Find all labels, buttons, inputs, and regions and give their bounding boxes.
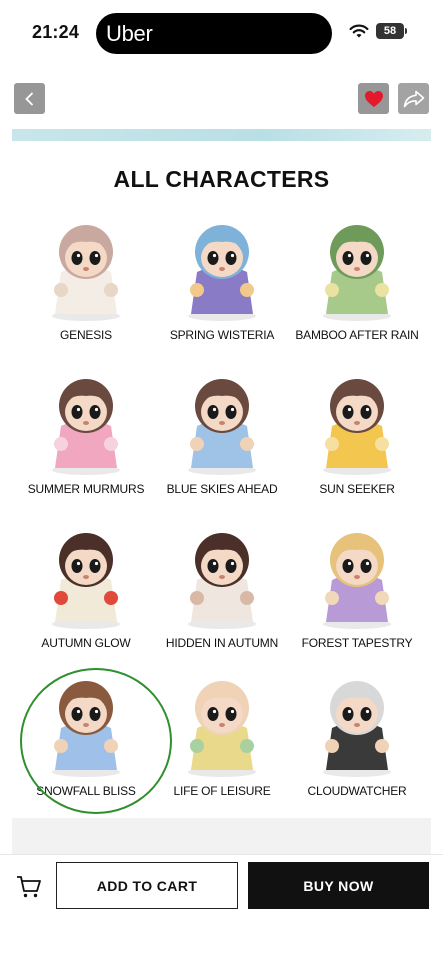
character-figure-image xyxy=(188,533,256,629)
character-figure-image xyxy=(323,681,391,777)
status-time: 21:24 xyxy=(32,22,80,42)
character-name: HIDDEN IN AUTUMN xyxy=(165,636,279,650)
character-name: CLOUDWATCHER xyxy=(307,784,407,798)
content-divider-block xyxy=(12,818,431,854)
character-card[interactable]: FOREST TAPESTRY xyxy=(292,520,422,660)
character-figure-image xyxy=(52,533,120,629)
banner-image-edge xyxy=(12,129,431,141)
character-name: FOREST TAPESTRY xyxy=(301,636,413,650)
share-button[interactable] xyxy=(398,83,429,114)
character-figure-image xyxy=(52,379,120,475)
character-card[interactable]: GENESIS xyxy=(21,212,151,352)
buy-now-button[interactable]: BUY NOW xyxy=(248,862,429,909)
character-figure-image xyxy=(188,379,256,475)
character-figure-image xyxy=(188,681,256,777)
uber-live-activity-label: Uber xyxy=(106,21,153,46)
character-name: BAMBOO AFTER RAIN xyxy=(295,328,419,342)
wifi-icon xyxy=(349,24,369,38)
character-card[interactable]: SPRING WISTERIA xyxy=(157,212,287,352)
dynamic-island[interactable]: Uber xyxy=(96,13,332,54)
character-name: BLUE SKIES AHEAD xyxy=(166,482,278,496)
heart-icon xyxy=(364,90,383,107)
battery-icon: 58 xyxy=(376,23,404,39)
nav-bar xyxy=(0,66,443,128)
battery-tip xyxy=(405,28,407,34)
character-card[interactable]: BLUE SKIES AHEAD xyxy=(157,366,287,506)
character-card[interactable]: AUTUMN GLOW xyxy=(21,520,151,660)
character-figure-image xyxy=(323,533,391,629)
character-name: SPRING WISTERIA xyxy=(169,328,275,342)
character-figure-image xyxy=(188,225,256,321)
character-name: GENESIS xyxy=(60,328,112,342)
character-card[interactable]: LIFE OF LEISURE xyxy=(157,668,287,808)
character-card[interactable]: CLOUDWATCHER xyxy=(292,668,422,808)
section-title: ALL CHARACTERS xyxy=(113,166,330,192)
character-name: LIFE OF LEISURE xyxy=(173,784,271,798)
character-name: AUTUMN GLOW xyxy=(41,636,131,650)
character-name: SUMMER MURMURS xyxy=(27,482,145,496)
character-card[interactable]: BAMBOO AFTER RAIN xyxy=(292,212,422,352)
favorite-button[interactable] xyxy=(358,83,389,114)
character-name: SUN SEEKER xyxy=(319,482,395,496)
character-figure-image xyxy=(323,225,391,321)
back-button[interactable] xyxy=(14,83,45,114)
character-card[interactable]: SUN SEEKER xyxy=(292,366,422,506)
character-card[interactable]: HIDDEN IN AUTUMN xyxy=(157,520,287,660)
bottom-action-bar: ADD TO CART BUY NOW xyxy=(0,854,443,960)
character-figure-image xyxy=(323,379,391,475)
add-to-cart-button[interactable]: ADD TO CART xyxy=(56,862,238,909)
share-arrow-icon xyxy=(403,90,424,107)
annotation-circle xyxy=(20,668,172,814)
character-card[interactable]: SUMMER MURMURS xyxy=(21,366,151,506)
status-bar: 21:24 Uber 58 xyxy=(0,0,443,66)
cart-icon[interactable] xyxy=(16,875,42,899)
character-figure-image xyxy=(52,225,120,321)
chevron-left-icon xyxy=(24,91,33,106)
